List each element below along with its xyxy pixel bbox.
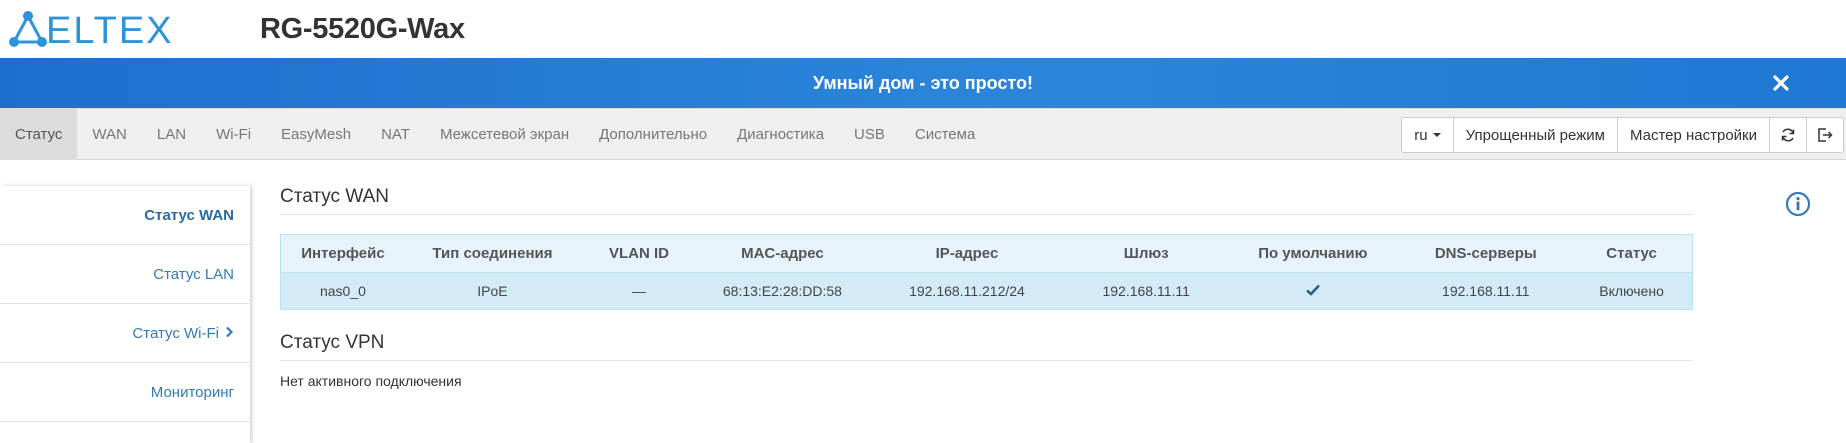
device-model-title: RG-5520G-Wax — [260, 13, 465, 45]
refresh-button[interactable] — [1769, 117, 1807, 153]
tab-easymesh[interactable]: EasyMesh — [266, 109, 366, 160]
vpn-status-message: Нет активного подключения — [280, 373, 462, 389]
cell-default — [1225, 272, 1401, 310]
column-header: IP-адрес — [866, 234, 1068, 273]
vpn-status-title: Статус VPN — [280, 332, 1693, 361]
checkmark-icon — [1305, 284, 1320, 296]
eltex-logo[interactable]: ELTEX — [8, 8, 198, 48]
sidebar-item-wan-status[interactable]: Статус WAN — [0, 186, 250, 245]
sidebar-item-monitoring[interactable]: Мониторинг — [0, 363, 250, 422]
column-header: DNS-серверы — [1400, 234, 1572, 273]
column-header: По умолчанию — [1225, 234, 1401, 273]
table-row[interactable]: nas0_0 IPoE — 68:13:E2:28:DD:58 192.168.… — [280, 272, 1693, 310]
main-content: Статус WAN Интерфейс Тип соединения VLAN… — [280, 186, 1693, 389]
cell-connection-type: IPoE — [404, 272, 580, 310]
cell-gateway: 192.168.11.11 — [1067, 272, 1226, 310]
tab-wifi[interactable]: Wi-Fi — [201, 109, 266, 160]
promo-banner: Умный дом - это просто! — [0, 58, 1846, 108]
column-header: MAC-адрес — [698, 234, 867, 273]
info-icon[interactable] — [1785, 191, 1811, 217]
cell-dns-servers: 192.168.11.11 — [1400, 272, 1572, 310]
tab-system[interactable]: Система — [900, 109, 990, 160]
chevron-right-icon — [226, 326, 234, 338]
caret-down-icon — [1432, 133, 1441, 137]
cell-vlan-id: — — [579, 272, 699, 310]
setup-wizard-button[interactable]: Мастер настройки — [1616, 117, 1770, 153]
cell-interface: nas0_0 — [280, 272, 405, 310]
cell-status: Включено — [1571, 272, 1693, 310]
close-icon[interactable] — [1768, 70, 1794, 96]
tab-firewall[interactable]: Межсетевой экран — [425, 109, 584, 160]
tab-wan[interactable]: WAN — [77, 109, 141, 160]
eltex-logo-icon: ELTEX — [9, 10, 174, 48]
cell-ip-address: 192.168.11.212/24 — [866, 272, 1068, 310]
refresh-icon — [1781, 128, 1795, 142]
column-header: Статус — [1571, 234, 1693, 273]
sidebar-item-lan-status[interactable]: Статус LAN — [0, 245, 250, 304]
banner-text: Умный дом - это просто! — [813, 73, 1033, 93]
simple-mode-button[interactable]: Упрощенный режим — [1452, 117, 1618, 153]
main-navbar: Статус WAN LAN Wi-Fi EasyMesh NAT Межсет… — [0, 108, 1846, 160]
tab-status[interactable]: Статус — [0, 109, 78, 160]
header: ELTEX RG-5520G-Wax — [0, 0, 1846, 58]
column-header: VLAN ID — [579, 234, 699, 273]
tab-lan[interactable]: LAN — [142, 109, 201, 160]
table-header-row: Интерфейс Тип соединения VLAN ID MAC-адр… — [280, 234, 1693, 273]
sidebar-item-wifi-status[interactable]: Статус Wi-Fi — [0, 304, 250, 363]
column-header: Интерфейс — [280, 234, 405, 273]
wan-status-table: Интерфейс Тип соединения VLAN ID MAC-адр… — [280, 234, 1693, 310]
tab-advanced[interactable]: Дополнительно — [584, 109, 722, 160]
language-dropdown[interactable]: ru — [1401, 117, 1454, 153]
wan-status-title: Статус WAN — [280, 186, 1693, 215]
tab-usb[interactable]: USB — [839, 109, 900, 160]
cell-mac-address: 68:13:E2:28:DD:58 — [698, 272, 867, 310]
nav-actions: ru Упрощенный режим Мастер настройки — [1401, 117, 1844, 153]
tab-diagnostics[interactable]: Диагностика — [722, 109, 839, 160]
sidebar-item-label: Статус Wi-Fi — [132, 325, 219, 342]
logout-icon — [1818, 128, 1833, 142]
sidebar: Статус WAN Статус LAN Статус Wi-Fi Монит… — [0, 186, 250, 443]
language-label: ru — [1414, 126, 1428, 144]
column-header: Шлюз — [1067, 234, 1226, 273]
logout-button[interactable] — [1806, 117, 1844, 153]
svg-text:ELTEX: ELTEX — [46, 10, 174, 48]
column-header: Тип соединения — [404, 234, 580, 273]
tab-nat[interactable]: NAT — [366, 109, 425, 160]
